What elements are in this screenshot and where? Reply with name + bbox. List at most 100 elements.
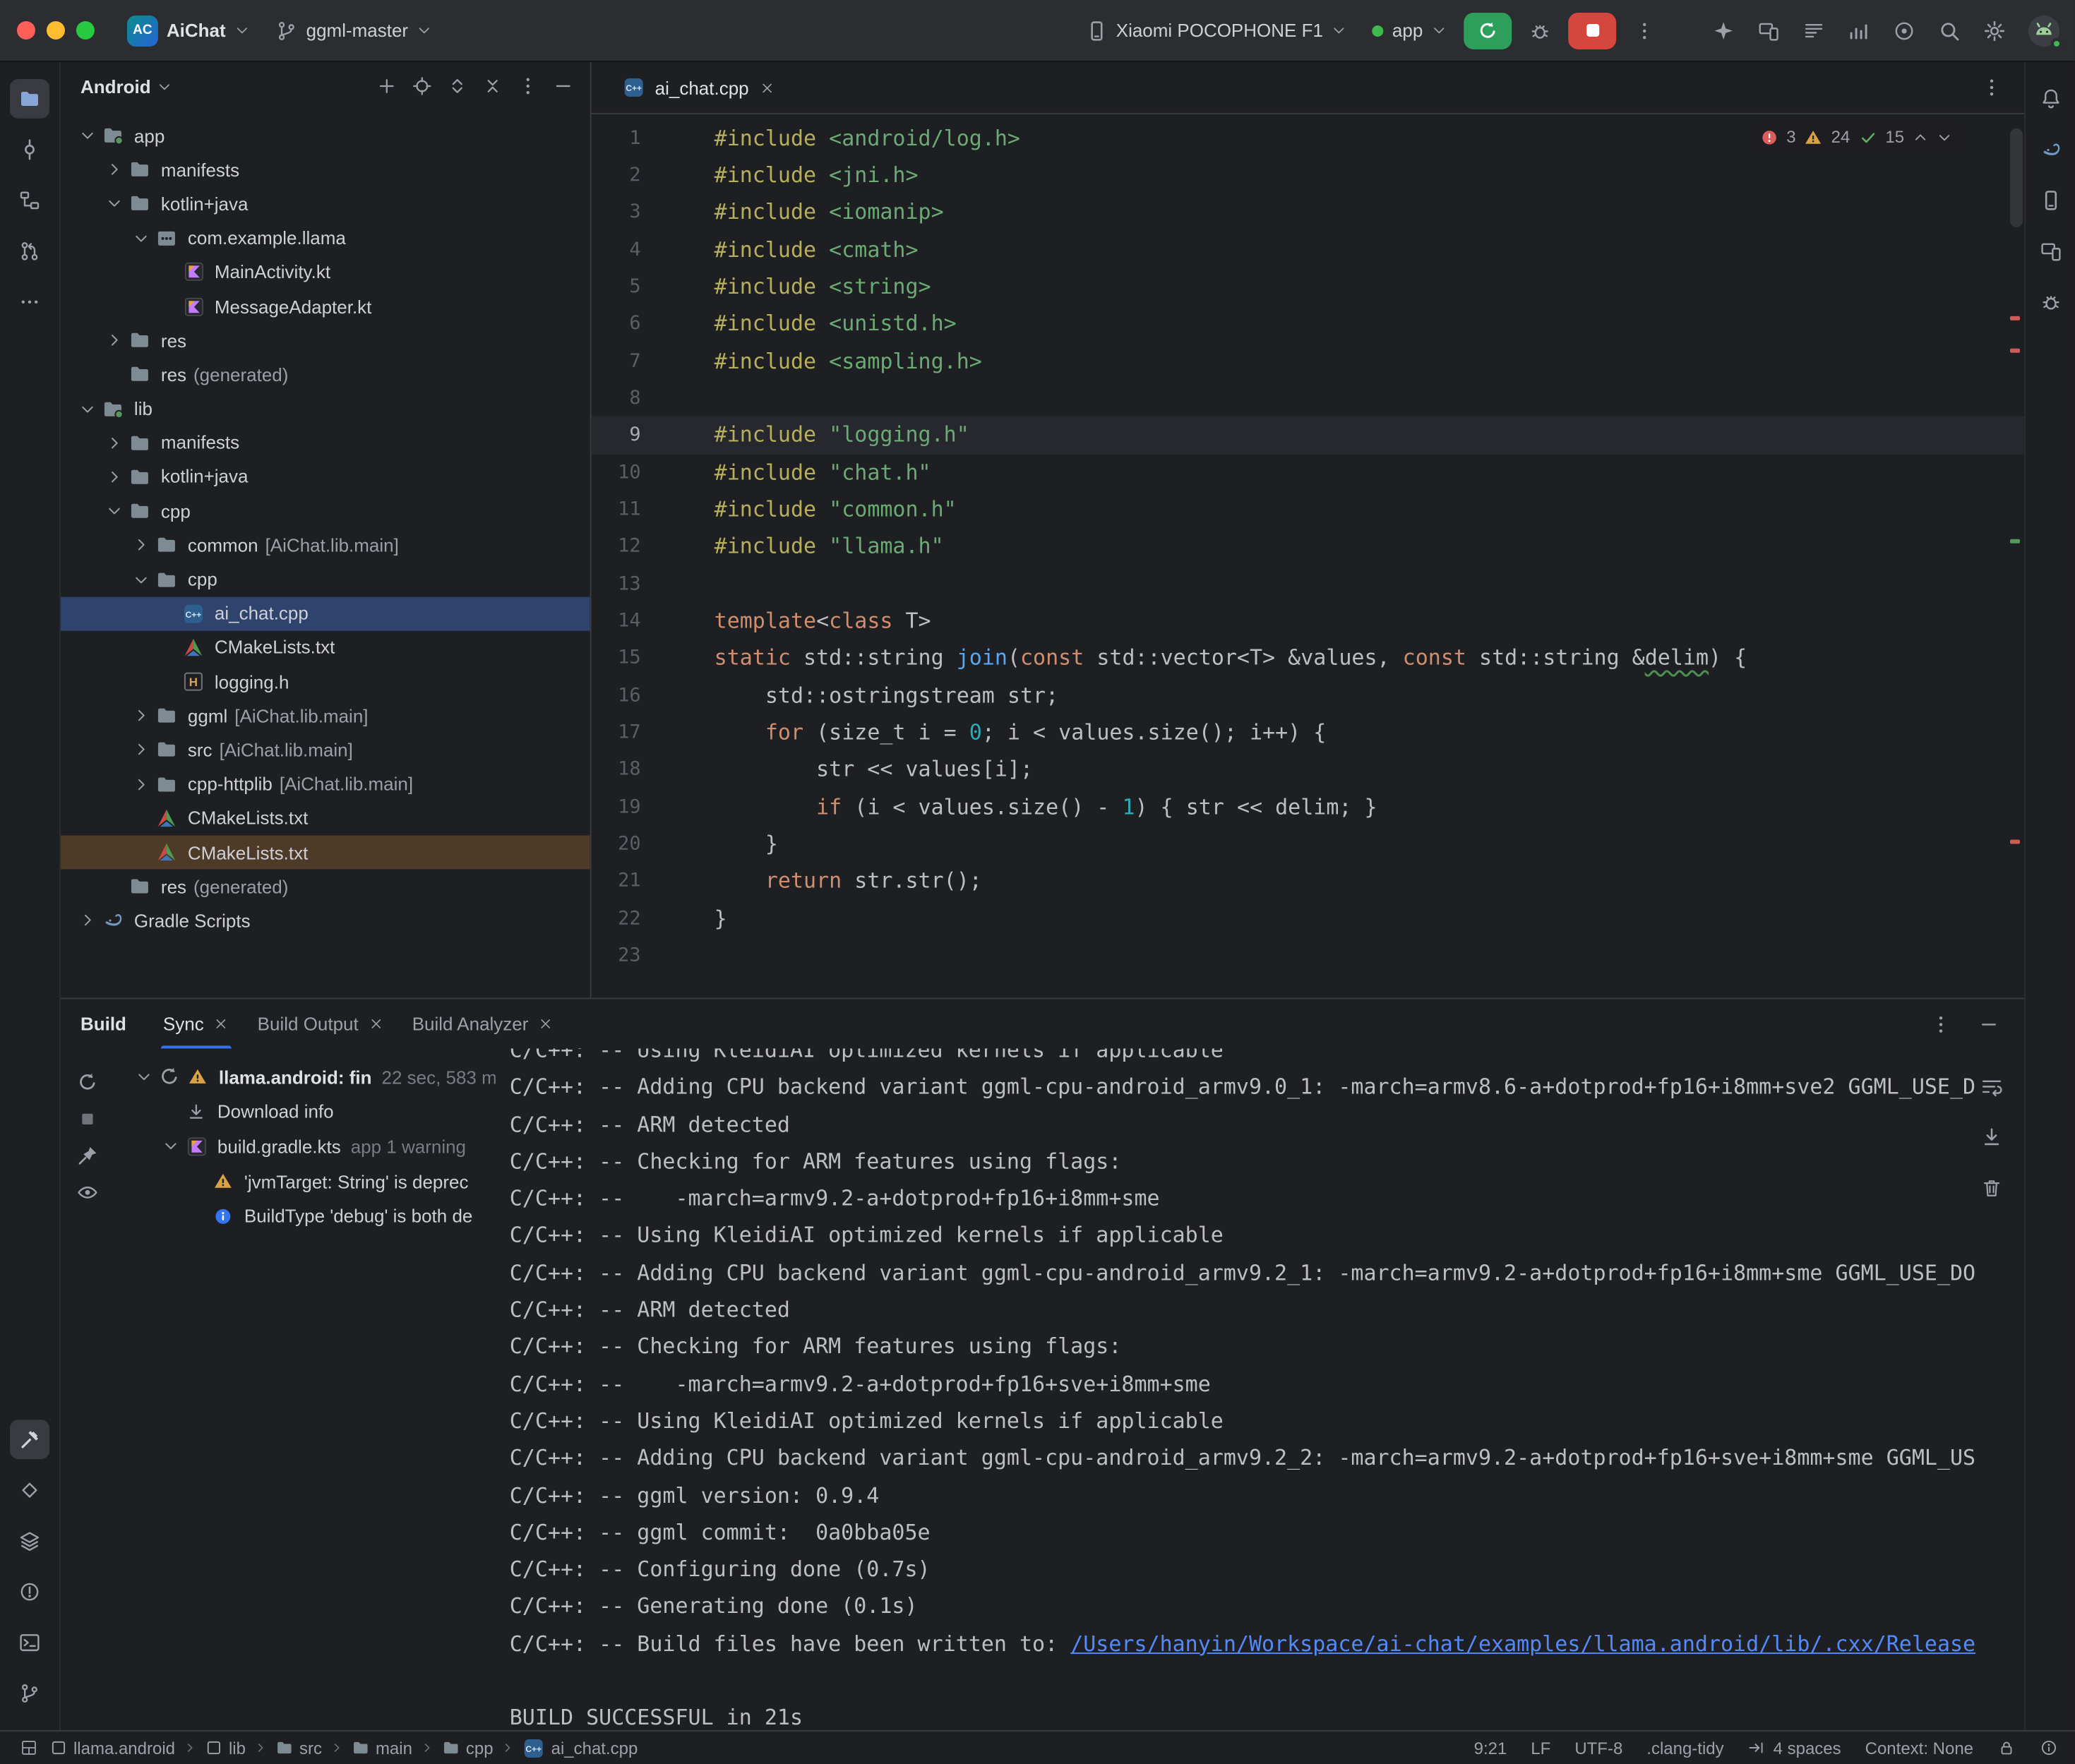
chevron-down-icon[interactable]	[75, 400, 99, 417]
settings-button[interactable]	[1976, 12, 2013, 49]
project-tree-item-cpp[interactable]: cpp	[61, 563, 590, 596]
notifications-button[interactable]	[2031, 79, 2070, 119]
chevron-right-icon[interactable]	[128, 742, 153, 759]
line-number[interactable]: 16	[592, 677, 710, 714]
editor-options-button[interactable]	[1973, 69, 2010, 106]
project-tree-item-common[interactable]: common [AiChat.lib.main]	[61, 528, 590, 562]
project-tree-item-cmakelists-txt[interactable]: CMakeLists.txt	[61, 835, 590, 869]
chevron-right-icon[interactable]	[102, 469, 126, 486]
project-tree-item-cpp[interactable]: cpp	[61, 494, 590, 528]
project-tree-item-messageadapter-kt[interactable]: MessageAdapter.kt	[61, 289, 590, 323]
chevron-right-icon[interactable]	[102, 434, 126, 451]
more-actions-button[interactable]	[1625, 12, 1664, 49]
stop-button[interactable]	[1568, 12, 1616, 49]
chevron-down-icon[interactable]	[102, 503, 126, 520]
resource-manager-toolwindow-button[interactable]	[10, 1521, 49, 1561]
hide-build-panel-button[interactable]	[1971, 1005, 2007, 1042]
build-tab-build-analyzer[interactable]: Build Analyzer	[398, 999, 568, 1048]
running-devices-toolwindow-button[interactable]	[2031, 232, 2070, 271]
line-number[interactable]: 8	[592, 380, 710, 417]
commit-toolwindow-button[interactable]	[10, 130, 49, 169]
code-editor[interactable]: 1#include <android/log.h>2#include <jni.…	[592, 114, 2024, 997]
inspections-widget[interactable]: 3 24 15	[1750, 124, 1962, 150]
breadcrumb-item-lib[interactable]: lib	[205, 1738, 246, 1758]
app-inspection-toolwindow-button[interactable]	[10, 1470, 49, 1510]
read-only-toggle[interactable]	[1997, 1739, 2016, 1757]
editor-tab-ai-chat-cpp[interactable]: C++ ai_chat.cpp	[609, 62, 789, 113]
build-tree-item-download-info[interactable]: Download info	[114, 1095, 496, 1129]
line-number[interactable]: 5	[592, 268, 710, 306]
next-issue-button[interactable]	[1937, 129, 1952, 145]
pull-requests-toolwindow-button[interactable]	[10, 232, 49, 271]
line-number[interactable]: 14	[592, 603, 710, 640]
project-tree-item-logging-h[interactable]: Hlogging.h	[61, 665, 590, 699]
close-icon[interactable]	[369, 1016, 384, 1031]
line-number[interactable]: 17	[592, 714, 710, 752]
run-button[interactable]	[1464, 12, 1512, 49]
build-options-button[interactable]	[1922, 1005, 1959, 1042]
build-toolwindow-button[interactable]	[10, 1420, 49, 1459]
device-manager-toolwindow-button[interactable]	[2031, 181, 2070, 220]
show-execution-button[interactable]	[73, 1178, 102, 1206]
clear-console-button[interactable]	[1973, 1170, 2010, 1206]
close-icon[interactable]	[538, 1016, 554, 1031]
breadcrumb-item-ai-chat-cpp[interactable]: C++ai_chat.cpp	[523, 1736, 638, 1759]
device-mirroring-button[interactable]	[1750, 12, 1787, 49]
build-output-path-link[interactable]: /Users/hanyin/Workspace/ai-chat/examples…	[1070, 1631, 1975, 1657]
vcs-branch-selector[interactable]: ggml-master	[263, 9, 445, 52]
debug-button[interactable]	[1520, 12, 1560, 49]
change-stripe-mark[interactable]	[2010, 539, 2020, 544]
project-tree-item-kotlin-java[interactable]: kotlin+java	[61, 187, 590, 221]
zoom-window-button[interactable]	[76, 21, 95, 40]
project-tree-item-manifests[interactable]: manifests	[61, 426, 590, 460]
toolwindow-widget[interactable]	[20, 1739, 38, 1757]
close-window-button[interactable]	[17, 21, 35, 40]
soft-wrap-button[interactable]	[1973, 1068, 2010, 1105]
chevron-down-icon[interactable]	[128, 229, 153, 246]
line-ending-widget[interactable]: LF	[1531, 1738, 1550, 1758]
line-number[interactable]: 3	[592, 193, 710, 231]
line-number[interactable]: 1	[592, 119, 710, 157]
error-stripe-mark[interactable]	[2010, 316, 2020, 320]
breadcrumb-item-llama-android[interactable]: llama.android	[49, 1738, 175, 1758]
profiler-button[interactable]	[1841, 12, 1877, 49]
info-button[interactable]	[2040, 1739, 2058, 1757]
project-tree-item-gradle-scripts[interactable]: Gradle Scripts	[61, 904, 590, 937]
minimize-window-button[interactable]	[47, 21, 65, 40]
line-number[interactable]: 9	[592, 416, 710, 454]
line-number[interactable]: 22	[592, 900, 710, 937]
close-icon[interactable]	[759, 80, 775, 95]
project-tree-item-manifests[interactable]: manifests	[61, 152, 590, 186]
breadcrumb-item-main[interactable]: main	[352, 1738, 412, 1758]
project-selector[interactable]: AC AiChat	[114, 9, 263, 52]
line-number[interactable]: 4	[592, 231, 710, 268]
build-console[interactable]: C/C++: -- Using KleidiAI optimized kerne…	[496, 1048, 2024, 1730]
version-control-toolwindow-button[interactable]	[10, 1674, 49, 1713]
line-number[interactable]: 10	[592, 454, 710, 491]
line-number[interactable]: 15	[592, 640, 710, 677]
line-number[interactable]: 23	[592, 937, 710, 975]
pin-button[interactable]	[73, 1141, 102, 1170]
project-tree-item-lib[interactable]: lib	[61, 392, 590, 426]
error-stripe-mark[interactable]	[2010, 349, 2020, 353]
build-tree-item-llama-android-fin[interactable]: llama.android: fin22 sec, 583 ms	[114, 1060, 496, 1094]
chevron-down-icon[interactable]	[131, 1069, 155, 1086]
locate-file-button[interactable]	[407, 71, 438, 102]
encoding-widget[interactable]: UTF-8	[1574, 1738, 1622, 1758]
add-button[interactable]	[371, 71, 402, 102]
line-number[interactable]: 20	[592, 826, 710, 863]
chevron-down-icon[interactable]	[102, 196, 126, 212]
line-number[interactable]: 19	[592, 788, 710, 826]
line-number[interactable]: 12	[592, 528, 710, 565]
indent-widget[interactable]: 4 spaces	[1748, 1738, 1841, 1758]
project-tree-item-mainactivity-kt[interactable]: MainActivity.kt	[61, 255, 590, 289]
breadcrumb-item-src[interactable]: src	[275, 1738, 322, 1758]
context-widget[interactable]: Context: None	[1865, 1738, 1973, 1758]
breadcrumb-item-cpp[interactable]: cpp	[442, 1738, 494, 1758]
chevron-right-icon[interactable]	[102, 332, 126, 349]
project-toolwindow-button[interactable]	[10, 79, 49, 119]
terminal-toolwindow-button[interactable]	[10, 1623, 49, 1662]
close-icon[interactable]	[214, 1016, 229, 1031]
project-tree-item-res[interactable]: res (generated)	[61, 357, 590, 391]
re-sync-button[interactable]	[73, 1068, 102, 1096]
